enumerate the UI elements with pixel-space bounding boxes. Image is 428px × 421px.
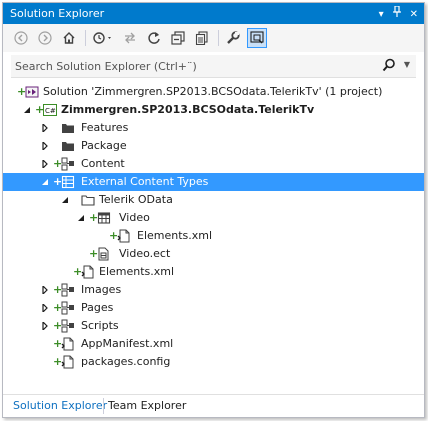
- tree-item-video-ect[interactable]: + Video.ect: [3, 245, 424, 263]
- close-icon[interactable]: ✕: [410, 8, 418, 22]
- back-button[interactable]: [11, 28, 31, 48]
- tree-item-label: Video.ect: [119, 247, 171, 260]
- table-icon: [97, 212, 111, 224]
- expanded-arrow-icon[interactable]: [61, 196, 69, 204]
- ect-file-icon: [98, 247, 109, 261]
- solution-icon: [25, 86, 39, 98]
- tree-item-label: packages.config: [81, 355, 171, 368]
- tree-item-video-elements-xml[interactable]: + Elements.xml: [3, 227, 424, 245]
- back-icon: [14, 31, 28, 45]
- tree-item-label: Images: [81, 283, 122, 296]
- tree-item-packages-config[interactable]: + packages.config: [3, 353, 424, 371]
- preview-icon: [250, 31, 264, 44]
- collapsed-arrow-icon[interactable]: [41, 142, 49, 150]
- tree-item-label: Pages: [81, 301, 114, 314]
- window-position-dropdown-icon[interactable]: ▾: [379, 8, 384, 22]
- config-file-icon: [61, 355, 74, 369]
- collapsed-arrow-icon[interactable]: [41, 160, 49, 168]
- sync-icon: [125, 32, 135, 44]
- expanded-arrow-icon[interactable]: [41, 178, 49, 186]
- home-button[interactable]: [59, 28, 79, 48]
- pending-changes-filter-button[interactable]: [90, 28, 116, 48]
- manifest-file-icon: [61, 337, 74, 351]
- tree-item-features[interactable]: Features: [3, 119, 424, 137]
- collapse-all-button[interactable]: [168, 28, 188, 48]
- search-icon[interactable]: [382, 58, 396, 75]
- properties-icon: [227, 31, 240, 44]
- search-options-dropdown-icon[interactable]: ▼: [404, 60, 410, 69]
- expanded-arrow-icon[interactable]: [77, 214, 85, 222]
- folder-icon: [81, 195, 95, 206]
- solution-tree: + Solution 'Zimmergren.SP2013.BCSOdata.T…: [3, 83, 424, 371]
- bottom-tab-strip: Solution Explorer Team Explorer: [3, 394, 424, 417]
- tree-item-package[interactable]: Package: [3, 137, 424, 155]
- tree-item-label: Package: [81, 139, 127, 152]
- xml-file-icon: [81, 265, 94, 279]
- tree-item-ect-elements-xml[interactable]: + Elements.xml: [3, 263, 424, 281]
- tree-item-label: Telerik OData: [99, 193, 173, 206]
- external-content-types-icon: [61, 175, 75, 189]
- tree-item-label: Zimmergren.SP2013.BCSOdata.TelerikTv: [61, 103, 315, 116]
- tree-item-label: External Content Types: [81, 175, 209, 188]
- show-all-files-button[interactable]: [192, 28, 212, 48]
- tab-solution-explorer[interactable]: Solution Explorer: [13, 399, 107, 412]
- toolbar-separator: [85, 30, 86, 46]
- search-box[interactable]: Search Solution Explorer (Ctrl+¨) ▼: [11, 55, 416, 78]
- tree-item-label: Elements.xml: [99, 265, 175, 278]
- tree-item-label: Solution 'Zimmergren.SP2013.BCSOdata.Tel…: [43, 85, 383, 98]
- collapsed-arrow-icon[interactable]: [41, 124, 49, 132]
- module-icon: [61, 283, 74, 297]
- tree-item-video[interactable]: + Video: [3, 209, 424, 227]
- title-controls: ▾ ✕: [379, 5, 418, 23]
- tree-item-pages[interactable]: + Pages: [3, 299, 424, 317]
- tree-item-label: Content: [81, 157, 125, 170]
- collapsed-arrow-icon[interactable]: [41, 304, 49, 312]
- tree-item-solution[interactable]: + Solution 'Zimmergren.SP2013.BCSOdata.T…: [3, 83, 424, 101]
- forward-icon: [38, 31, 52, 45]
- collapsed-arrow-icon[interactable]: [41, 322, 49, 330]
- show-all-files-icon: [195, 31, 208, 45]
- toolbar-separator: [218, 30, 219, 46]
- module-icon: [61, 319, 74, 333]
- refresh-button[interactable]: [144, 28, 164, 48]
- tab-team-explorer[interactable]: Team Explorer: [108, 399, 186, 412]
- tree-item-label: Video: [119, 211, 150, 224]
- tree-item-appmanifest[interactable]: + AppManifest.xml: [3, 335, 424, 353]
- sync-with-active-document-button[interactable]: [120, 28, 140, 48]
- tree-item-label: Scripts: [81, 319, 119, 332]
- module-icon: [61, 157, 74, 171]
- xml-file-icon: [117, 229, 130, 243]
- history-icon: [93, 32, 111, 44]
- tree-item-scripts[interactable]: + Scripts: [3, 317, 424, 335]
- refresh-icon: [148, 32, 160, 44]
- tree-item-images[interactable]: + Images: [3, 281, 424, 299]
- tree-item-label: Features: [81, 121, 129, 134]
- features-folder-icon: [62, 124, 74, 133]
- preview-selected-items-button[interactable]: [247, 28, 267, 48]
- title-bar: Solution Explorer ▾ ✕: [3, 3, 424, 24]
- properties-button[interactable]: [223, 28, 243, 48]
- collapsed-arrow-icon[interactable]: [41, 286, 49, 294]
- tree-item-label: AppManifest.xml: [81, 337, 174, 350]
- collapse-all-icon: [171, 31, 185, 45]
- tree-item-external-content-types[interactable]: + External Content Types: [3, 173, 424, 191]
- window-title: Solution Explorer: [10, 7, 105, 20]
- forward-button[interactable]: [35, 28, 55, 48]
- tree-item-telerik-odata[interactable]: Telerik OData: [3, 191, 424, 209]
- toolbar: [3, 24, 424, 52]
- home-icon: [63, 32, 75, 44]
- module-icon: [61, 301, 74, 315]
- pin-icon[interactable]: [392, 5, 402, 23]
- search-input[interactable]: Search Solution Explorer (Ctrl+¨): [15, 60, 197, 73]
- tree-item-label: Elements.xml: [137, 229, 213, 242]
- tree-item-content[interactable]: + Content: [3, 155, 424, 173]
- svg-text:C#: C#: [45, 107, 56, 115]
- expanded-arrow-icon[interactable]: [23, 106, 31, 114]
- solution-explorer-window: Solution Explorer ▾ ✕ Search Solution Ex…: [2, 2, 425, 418]
- tree-item-project[interactable]: + C# Zimmergren.SP2013.BCSOdata.TelerikT…: [3, 101, 424, 119]
- package-folder-icon: [62, 142, 74, 151]
- csharp-project-icon: C#: [43, 104, 57, 116]
- tab-divider: [103, 398, 104, 414]
